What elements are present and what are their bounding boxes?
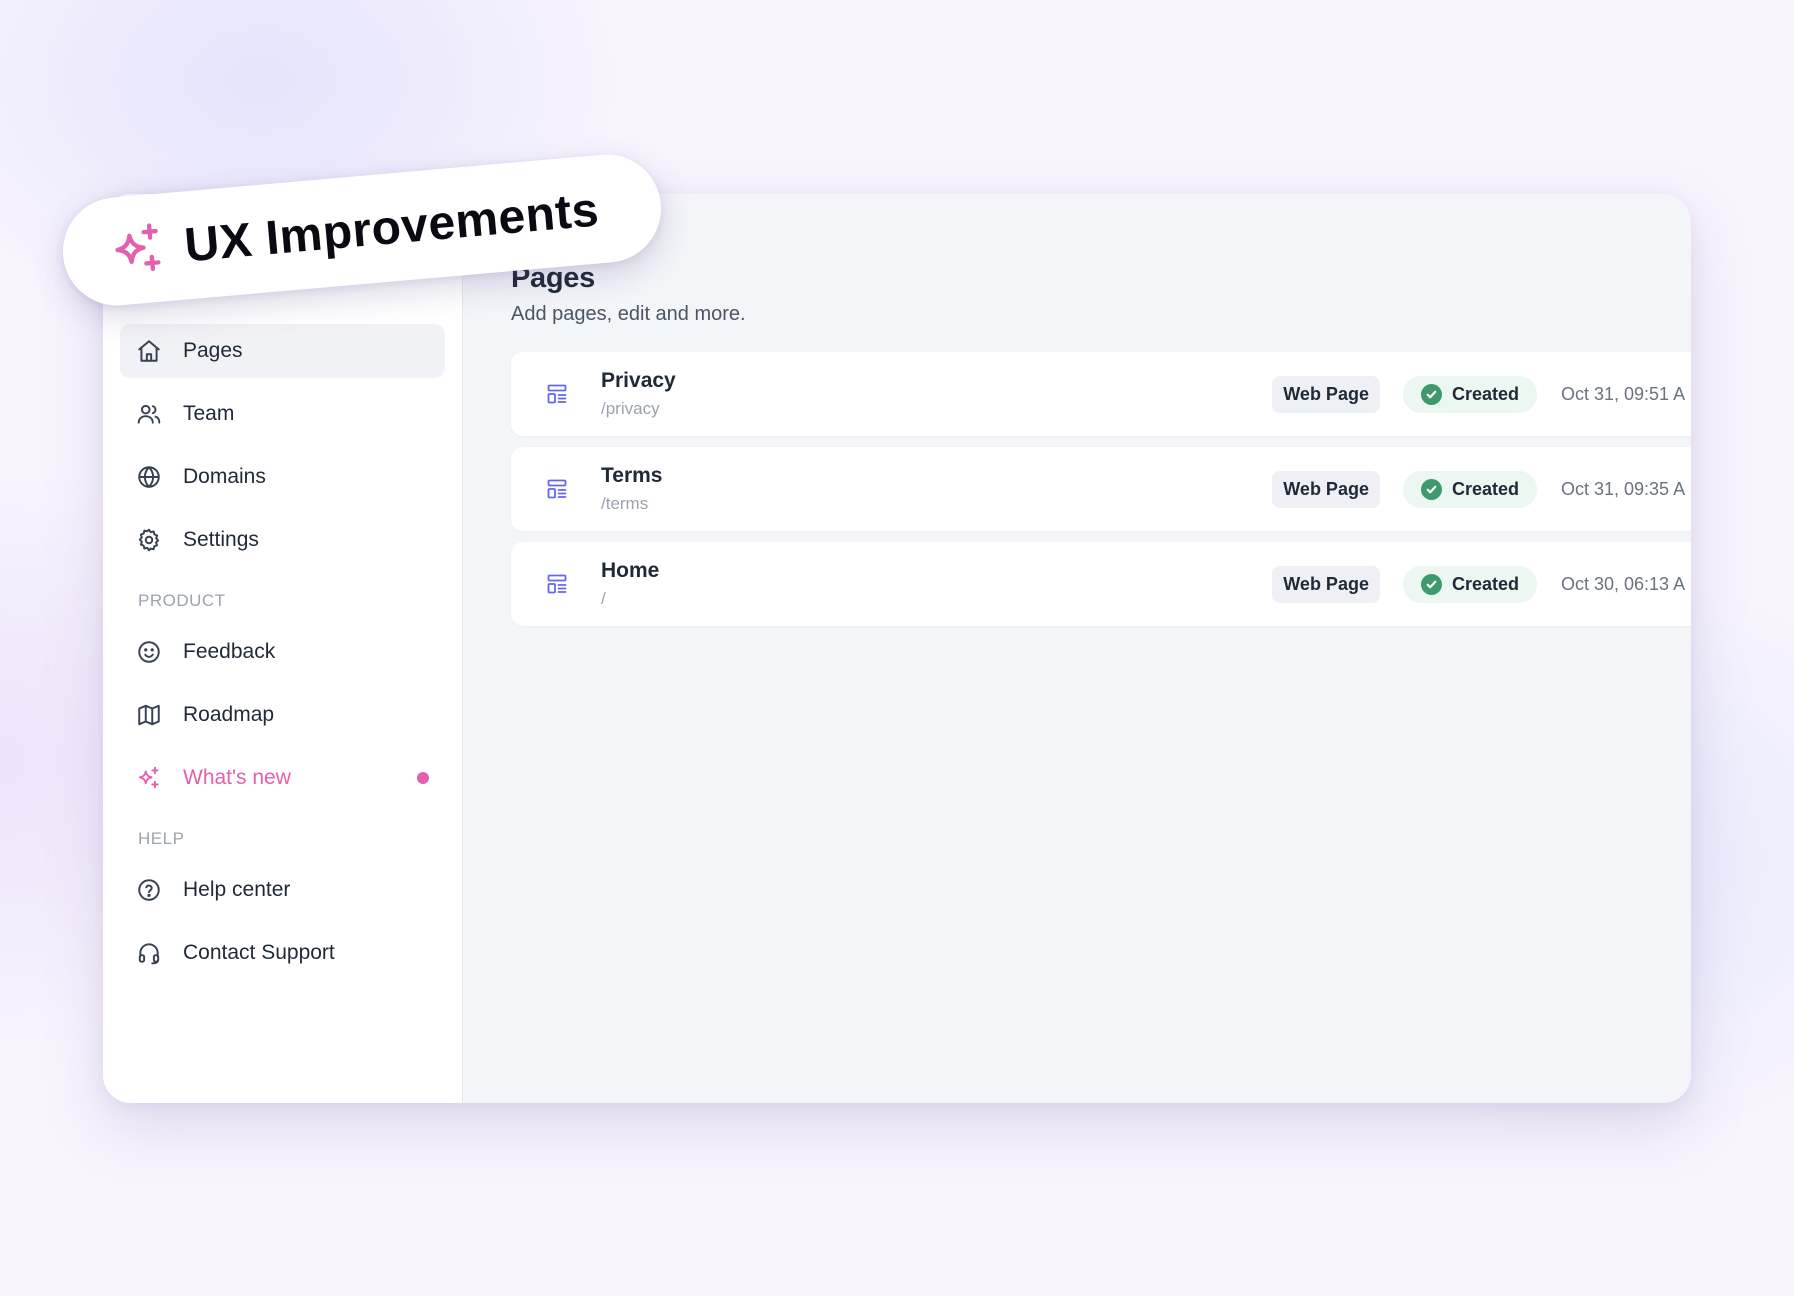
sidebar-item-domains[interactable]: Domains — [120, 450, 445, 504]
sidebar-item-label: Contact Support — [183, 941, 335, 964]
row-text: Privacy /privacy — [601, 369, 1272, 419]
notification-dot — [417, 772, 429, 784]
page-layout-icon — [545, 477, 569, 501]
app-window: Pages Team Domains Settings PRODUCT Feed… — [103, 194, 1691, 1103]
smiley-icon — [136, 639, 162, 665]
page-layout-icon — [545, 382, 569, 406]
sidebar-item-label: Roadmap — [183, 703, 275, 726]
check-circle-icon — [1420, 478, 1442, 500]
section-label-product: PRODUCT — [138, 591, 226, 610]
row-title: Home — [601, 559, 660, 582]
main-content: Pages Add pages, edit and more. Privacy … — [463, 194, 1691, 1103]
sidebar-item-whats-new[interactable]: What's new — [120, 751, 445, 805]
sidebar-item-feedback[interactable]: Feedback — [120, 625, 445, 679]
promo-title: UX Improvements — [182, 182, 602, 272]
row-path: /privacy — [601, 399, 660, 418]
sidebar-item-label: Help center — [183, 878, 291, 901]
sidebar-item-roadmap[interactable]: Roadmap — [120, 688, 445, 742]
check-circle-icon — [1420, 573, 1442, 595]
type-badge: Web Page — [1272, 470, 1380, 508]
table-row[interactable]: Terms /terms Web Page Created Oct 31, 09… — [511, 447, 1691, 531]
sidebar-item-label: What's new — [183, 766, 291, 789]
sidebar-item-label: Team — [183, 402, 235, 425]
globe-icon — [136, 464, 162, 490]
sidebar-item-label: Settings — [183, 528, 259, 551]
row-path: /terms — [601, 494, 649, 513]
sidebar-item-pages[interactable]: Pages — [120, 324, 445, 378]
type-badge: Web Page — [1272, 375, 1380, 413]
sidebar-item-label: Feedback — [183, 640, 276, 663]
sidebar-item-team[interactable]: Team — [120, 387, 445, 441]
type-badge: Web Page — [1272, 565, 1380, 603]
sidebar-item-contact-support[interactable]: Contact Support — [120, 926, 445, 980]
sidebar-item-label: Domains — [183, 465, 266, 488]
row-date: Oct 31, 09:51 A — [1561, 383, 1686, 404]
users-icon — [136, 401, 162, 427]
status-label: Created — [1451, 573, 1519, 594]
sparkles-icon — [136, 765, 162, 791]
row-text: Terms /terms — [601, 464, 1272, 514]
page-subtitle: Add pages, edit and more. — [511, 303, 746, 325]
sparkles-icon — [106, 218, 169, 281]
headset-icon — [136, 940, 162, 966]
page-layout-icon — [545, 572, 569, 596]
row-title: Terms — [601, 464, 663, 487]
status-label: Created — [1451, 383, 1519, 404]
sidebar-item-help-center[interactable]: Help center — [120, 863, 445, 917]
status-label: Created — [1451, 478, 1519, 499]
gear-icon — [136, 527, 162, 553]
question-circle-icon — [136, 877, 162, 903]
sidebar-item-label: Pages — [183, 339, 243, 362]
home-icon — [136, 338, 162, 364]
check-circle-icon — [1420, 383, 1442, 405]
pages-list: Privacy /privacy Web Page Created Oct 31… — [511, 352, 1691, 626]
status-badge: Created — [1402, 565, 1537, 603]
table-row[interactable]: Home / Web Page Created Oct 30, 06:13 A — [511, 542, 1691, 626]
row-title: Privacy — [601, 369, 676, 392]
status-badge: Created — [1402, 375, 1537, 413]
map-icon — [136, 702, 162, 728]
row-path: / — [601, 589, 606, 608]
row-text: Home / — [601, 559, 1272, 609]
row-date: Oct 30, 06:13 A — [1561, 573, 1686, 594]
section-label-help: HELP — [138, 829, 185, 848]
sidebar-item-settings[interactable]: Settings — [120, 513, 445, 567]
sidebar: Pages Team Domains Settings PRODUCT Feed… — [103, 194, 463, 1103]
page-title: Pages — [511, 262, 595, 294]
status-badge: Created — [1402, 470, 1537, 508]
table-row[interactable]: Privacy /privacy Web Page Created Oct 31… — [511, 352, 1691, 436]
row-date: Oct 31, 09:35 A — [1561, 478, 1686, 499]
